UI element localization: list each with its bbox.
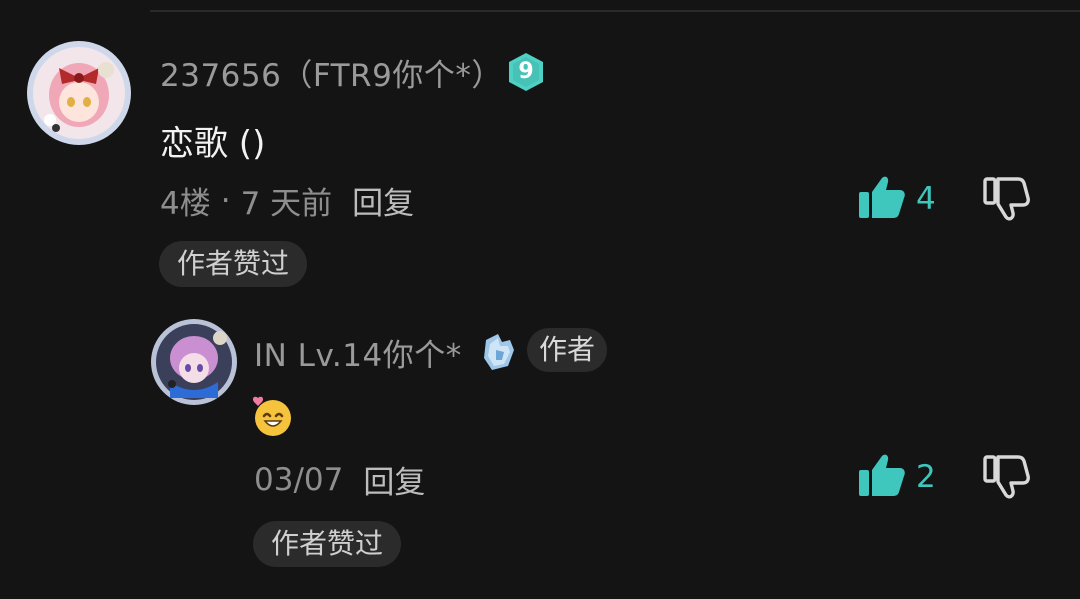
thumbs-up-icon — [858, 452, 906, 502]
thumbs-down-icon — [982, 455, 1030, 504]
commenter-username[interactable]: 237656（FTR9你个*） — [160, 50, 503, 95]
reply-meta: 03/07 回复 — [254, 457, 425, 502]
reply-dislike-button[interactable] — [982, 454, 1030, 504]
meta-separator: · — [220, 182, 231, 219]
top-divider — [150, 10, 1080, 12]
reply-button[interactable]: 回复 — [352, 178, 414, 223]
like-button[interactable]: 4 — [858, 174, 936, 224]
thumbs-down-icon — [982, 177, 1030, 226]
like-count: 4 — [916, 181, 936, 217]
commenter-avatar[interactable] — [26, 40, 132, 146]
level-9-badge-icon: 9 — [506, 52, 546, 92]
reply-reply-button[interactable]: 回复 — [363, 457, 425, 502]
comment-time: 7 天前 — [240, 186, 333, 222]
lv14-hand-badge-icon — [478, 330, 518, 372]
comment-text: 恋歌 () — [160, 124, 266, 164]
heart-smile-emoji — [250, 394, 294, 442]
reply-author-liked-chip: 作者赞过 — [253, 521, 402, 567]
reply-time: 03/07 — [254, 461, 344, 498]
author-tag: 作者 — [527, 328, 608, 372]
reply-avatar[interactable] — [150, 318, 238, 406]
comment-meta: 4楼 · 7 天前 回复 — [160, 178, 414, 223]
reply-like-count: 2 — [916, 459, 936, 495]
floor-number: 4楼 — [160, 186, 211, 222]
reply-like-button[interactable]: 2 — [858, 452, 936, 502]
reply-username[interactable]: IN Lv.14你个* — [254, 330, 462, 375]
dislike-button[interactable] — [982, 176, 1030, 226]
thumbs-up-icon — [858, 174, 906, 224]
level-number: 9 — [518, 59, 534, 84]
author-liked-chip: 作者赞过 — [159, 241, 308, 287]
